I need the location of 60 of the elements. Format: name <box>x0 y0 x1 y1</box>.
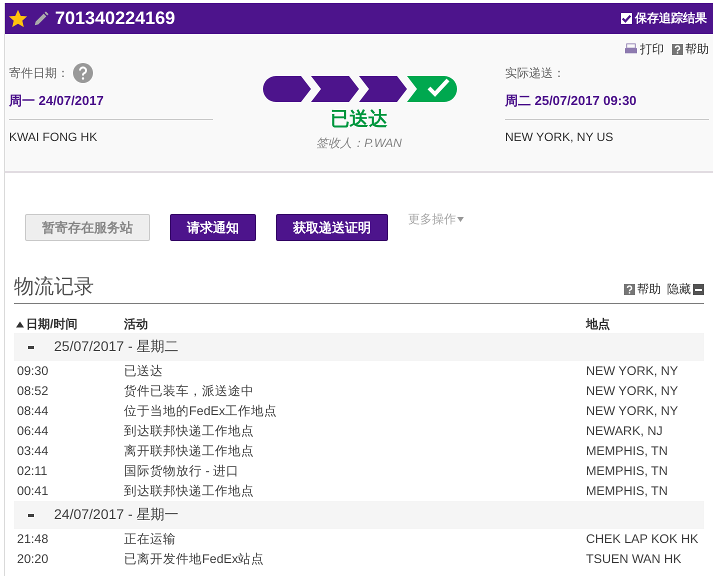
location-cell-text: CHEK LAP KOK HK <box>586 532 700 546</box>
time-cell-text: 09:30 <box>17 364 50 378</box>
delivery-date: 周二 25/07/2017 09:30 <box>505 84 709 120</box>
ship-date-label: 寄件日期： <box>9 64 69 82</box>
activity-cell-text: 离开联邦快递工作地点 <box>124 442 255 460</box>
caret-icon <box>457 217 464 222</box>
location-cell-text: NEWARK, NJ <box>586 424 664 438</box>
group-date: 25/07/2017 - 星期二 <box>54 338 179 356</box>
printer-icon <box>624 43 638 55</box>
ship-date: 周一 24/07/2017 <box>9 84 213 120</box>
time-cell-text: 00:41 <box>17 484 50 498</box>
time-cell-text: 08:44 <box>17 404 50 418</box>
group-date: 24/07/2017 - 星期一 <box>54 506 179 524</box>
column-header[interactable]: 日期/时间 <box>16 316 124 332</box>
location-cell-text: MEMPHIS, TN <box>586 464 669 478</box>
activity-cell-text: 位于当地的FedEx工作地点 <box>124 402 278 420</box>
date-group-row[interactable]: 24/07/2017 - 星期一 <box>14 501 704 529</box>
activity-cell-text: 货件已装车，派送途中 <box>124 382 255 400</box>
action-button[interactable]: 获取递送证明 <box>276 214 388 241</box>
save-results-checkbox[interactable]: 保存追踪结果 <box>621 10 707 27</box>
column-header[interactable]: 活动 <box>124 316 586 332</box>
section-title: 物流记录 <box>14 275 94 300</box>
pencil-icon[interactable] <box>33 10 49 26</box>
star-icon[interactable] <box>9 10 27 28</box>
location-cell-text: NEW YORK, NY <box>586 404 680 418</box>
location-cell-text: MEMPHIS, TN <box>586 484 669 498</box>
tracking-number: 701340224169 <box>55 8 176 29</box>
time-cell-text: 02:11 <box>17 464 48 478</box>
activity-cell-text: 正在运输 <box>124 530 177 548</box>
signed-by: 签收人：P.WAN <box>316 135 402 152</box>
time-cell-text: 03:44 <box>17 444 50 458</box>
location-cell-text: MEMPHIS, TN <box>586 444 669 458</box>
help-icon <box>672 44 683 54</box>
origin-location: KWAI FONG HK <box>9 129 98 144</box>
activity-cell-text: 已送达 <box>124 362 164 380</box>
location-cell-text: NEW YORK, NY <box>586 384 680 398</box>
activity-cell-text: 已离开发件地FedEx站点 <box>124 550 266 568</box>
time-cell-text: 20:20 <box>17 552 50 566</box>
time-cell-text: 21:48 <box>17 532 50 546</box>
date-group-row[interactable]: 25/07/2017 - 星期二 <box>14 333 704 361</box>
help-link[interactable]: 帮助 <box>624 281 661 298</box>
sort-icon <box>16 320 24 328</box>
help-icon[interactable] <box>73 63 93 83</box>
help-link[interactable]: 帮助 <box>672 41 709 57</box>
location-cell-text: TSUEN WAN HK <box>586 552 682 566</box>
column-header[interactable]: 地点 <box>586 316 704 332</box>
action-button[interactable]: 请求通知 <box>170 214 256 241</box>
destination-location: NEW YORK, NY US <box>505 129 614 144</box>
location-cell-text: NEW YORK, NY <box>586 364 680 378</box>
activity-cell-text: 国际货物放行 - 进口 <box>124 462 240 480</box>
activity-cell-text: 到达联邦快递工作地点 <box>124 482 255 500</box>
time-cell-text: 08:52 <box>17 384 50 398</box>
checkmark-icon <box>621 13 632 24</box>
activity-cell-text: 到达联邦快递工作地点 <box>124 422 255 440</box>
print-link[interactable]: 打印 <box>624 41 664 57</box>
help-icon <box>624 284 635 295</box>
status-label: 已送达 <box>330 108 388 132</box>
hide-link[interactable]: 隐藏 <box>667 281 704 298</box>
delivery-label: 实际递送： <box>505 64 565 82</box>
time-cell-text: 06:44 <box>17 424 50 438</box>
